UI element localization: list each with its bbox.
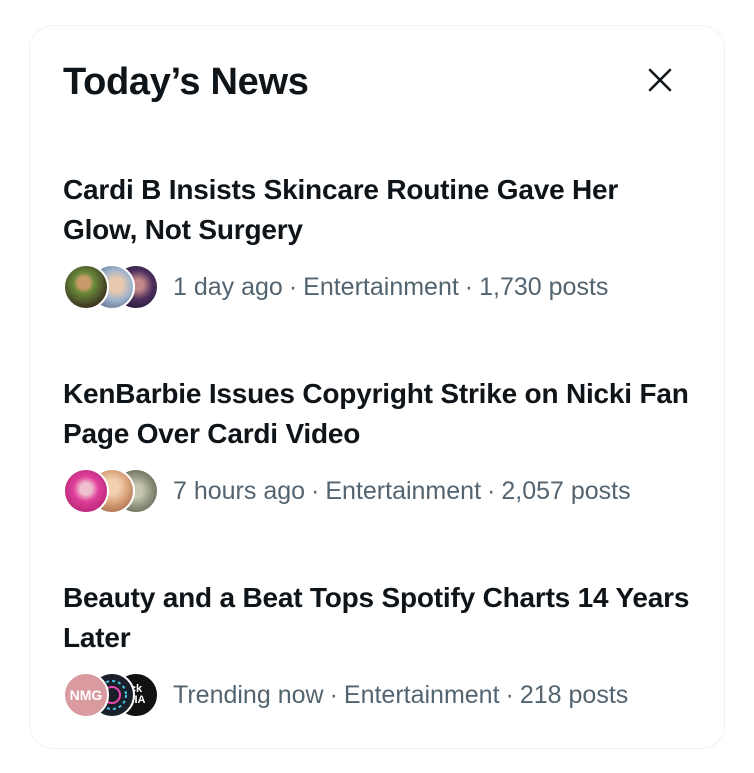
avatar-stack (63, 468, 159, 514)
news-item[interactable]: Cardi B Insists Skincare Routine Gave He… (63, 170, 693, 310)
news-category: Entertainment (303, 273, 459, 301)
avatar-logo-text: NMG (69, 687, 103, 703)
meta-separator: · (311, 477, 320, 505)
avatar-stack: NMG ck DIA (63, 672, 159, 718)
news-meta: 7 hours ago · Entertainment · 2,057 posts (63, 468, 693, 514)
card-title: Today’s News (63, 61, 309, 103)
news-meta: NMG ck DIA Trending now · Entertainment · 21… (63, 672, 693, 718)
news-meta-text: 1 day ago · Entertainment · 1,730 posts (173, 264, 608, 310)
close-button[interactable] (642, 64, 678, 100)
news-meta-text: 7 hours ago · Entertainment · 2,057 posts (173, 468, 631, 514)
news-headline: Beauty and a Beat Tops Spotify Charts 14… (63, 582, 690, 653)
card-header: Today’s News (30, 26, 724, 136)
avatar (63, 468, 109, 514)
meta-separator: · (329, 681, 338, 709)
meta-separator: · (487, 477, 496, 505)
news-meta-text: Trending now · Entertainment · 218 posts (173, 672, 628, 718)
news-post-count: 1,730 posts (479, 273, 609, 301)
news-post-count: 218 posts (519, 681, 629, 709)
news-post-count: 2,057 posts (501, 477, 631, 505)
news-time: 1 day ago (173, 273, 283, 301)
news-headline: KenBarbie Issues Copyright Strike on Nic… (63, 378, 689, 449)
news-headline: Cardi B Insists Skincare Routine Gave He… (63, 174, 619, 245)
avatar (63, 264, 109, 310)
todays-news-card: Today’s News Cardi B Insists Skincare Ro… (29, 25, 725, 749)
meta-separator: · (464, 273, 474, 301)
avatar-stack (63, 264, 159, 310)
avatar: NMG (63, 672, 109, 718)
news-time: Trending now (173, 681, 324, 709)
news-item[interactable]: KenBarbie Issues Copyright Strike on Nic… (63, 374, 693, 514)
news-category: Entertainment (343, 681, 500, 709)
meta-separator: · (288, 273, 298, 301)
news-category: Entertainment (325, 477, 482, 505)
close-icon (647, 67, 673, 98)
meta-separator: · (505, 681, 514, 709)
news-time: 7 hours ago (173, 477, 306, 505)
news-meta: 1 day ago · Entertainment · 1,730 posts (63, 264, 693, 310)
news-item[interactable]: Beauty and a Beat Tops Spotify Charts 14… (63, 578, 693, 718)
